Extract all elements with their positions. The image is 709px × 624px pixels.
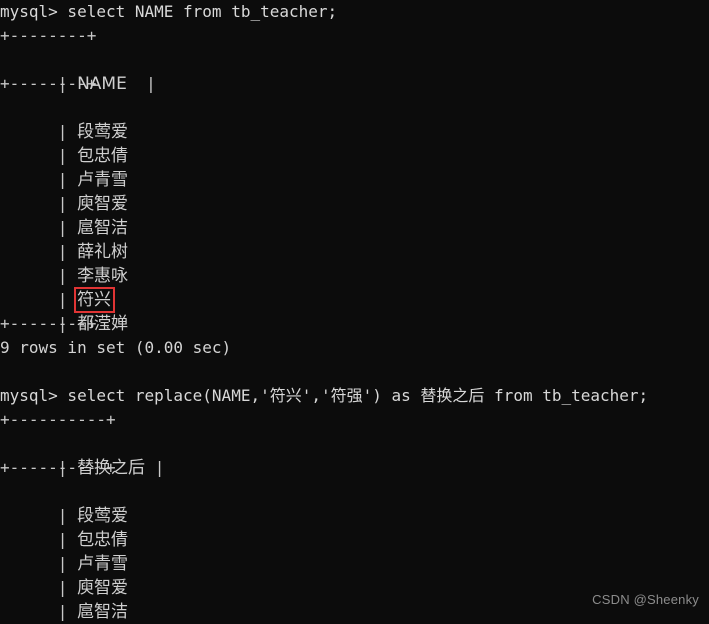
table-row: | 卢青雪 — [0, 528, 709, 574]
table-header-rule-2: +----------+ — [0, 458, 116, 477]
table-header-rule-1: +--------+ — [0, 74, 97, 93]
table-row: | 包忠倩 — [0, 120, 709, 166]
command-line-2: mysql> select replace(NAME,'符兴','符强') as… — [0, 386, 649, 405]
table-header-row-1: | NAME | — [0, 48, 709, 94]
table-top-rule-2: +----------+ — [0, 410, 116, 429]
table-top-rule-1: +--------+ — [0, 26, 97, 45]
table-row: | 段莺爱 — [0, 96, 709, 142]
csdn-watermark: CSDN @Sheenky — [592, 592, 699, 607]
table-row: | 薛礼树 — [0, 216, 709, 262]
table-row: | 庾智爱 — [0, 168, 709, 214]
table-row: | 都滢婵 — [0, 288, 709, 334]
query-block-1: mysql> select NAME from tb_teacher; +---… — [0, 0, 709, 360]
table-row: | 扈智洁 — [0, 192, 709, 238]
blank-line-separator — [0, 360, 709, 384]
command-line-1: mysql> select NAME from tb_teacher; — [0, 2, 338, 21]
table-row-highlighted: | 符兴 — [0, 264, 709, 313]
table-bottom-rule-1: +--------+ — [0, 314, 97, 333]
table-row: | 包忠倩 — [0, 504, 709, 550]
table-row: | 段莺爱 — [0, 480, 709, 526]
table-row: | 庾智爱 — [0, 552, 709, 598]
table-row: | 卢青雪 — [0, 144, 709, 190]
status-line-1: 9 rows in set (0.00 sec) — [0, 338, 232, 357]
terminal-window[interactable]: mysql> select NAME from tb_teacher; +---… — [0, 0, 709, 624]
table-header-row-2: | 替换之后 | — [0, 432, 709, 478]
table-row: | 李惠咏 — [0, 240, 709, 286]
